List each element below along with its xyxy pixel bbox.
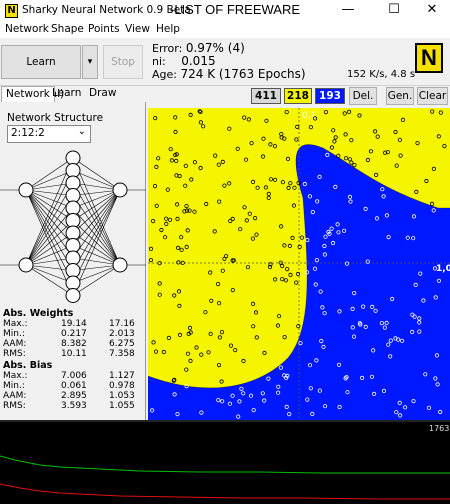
weights-aam-label: AAM: — [3, 339, 27, 349]
hidden-neuron — [65, 238, 81, 253]
network-structure-label: Network Structure — [7, 112, 104, 124]
weights-rms-b: 7.358 — [109, 349, 135, 359]
age-label: Age: — [152, 68, 177, 81]
weights-max-b: 17.16 — [109, 319, 135, 329]
bias-rms-b: 1.055 — [109, 401, 135, 411]
learn-button[interactable]: Learn (Normal) — [1, 45, 81, 100]
bias-rms-label: RMS: — [3, 401, 26, 411]
bias-aam-a: 2.895 — [61, 391, 87, 401]
bias-rms-a: 3.593 — [61, 401, 87, 411]
hidden-neuron — [65, 263, 81, 278]
weights-aam-b: 6.275 — [109, 339, 135, 349]
minimize-button[interactable]: — — [326, 0, 370, 22]
menu-points[interactable]: Points — [88, 23, 120, 35]
stats-table: Abs. Weights Max.: 19.14 17.16 Min.: 0.217 2… — [3, 308, 143, 412]
bias-min-a: 0.061 — [61, 381, 87, 391]
input-neuron — [18, 182, 34, 198]
hidden-neuron — [65, 150, 81, 166]
toolbar: Learn (Normal) ▾ Stop Error: 0.97% (4) n… — [0, 38, 450, 100]
speed-readout: 152 K/s, 4.8 s — [347, 69, 416, 80]
network-structure-select[interactable]: 2:12:2 ⌄ — [7, 125, 91, 143]
tab-network[interactable]: Network — [1, 86, 55, 102]
weights-rms-a: 10.11 — [61, 349, 87, 359]
bias-max-b: 1.127 — [109, 371, 135, 381]
stop-button[interactable]: Stop — [103, 45, 143, 79]
watermark-text: -LIST OF FREEWARE — [170, 2, 301, 17]
bias-min-b: 0.978 — [109, 381, 135, 391]
hidden-neuron — [65, 163, 81, 178]
age-value: 724 K (1763 Epochs) — [180, 67, 306, 81]
weights-max-a: 19.14 — [61, 319, 87, 329]
weights-max-label: Max.: — [3, 319, 28, 329]
bias-max-label: Max.: — [3, 371, 28, 381]
menu-network[interactable]: Network — [5, 23, 49, 35]
menu-help[interactable]: Help — [156, 23, 180, 35]
hidden-neuron — [65, 213, 81, 228]
hidden-neuron — [65, 275, 81, 291]
weights-min-label: Min.: — [3, 329, 25, 339]
hidden-neuron — [65, 188, 81, 203]
output-neuron — [112, 257, 128, 273]
sharky-logo-icon: N — [415, 43, 443, 73]
epochs-label: 1763 — [429, 424, 449, 433]
yellow-count-badge[interactable]: 218 — [284, 88, 312, 104]
bias-aam-b: 1.053 — [109, 391, 135, 401]
blue-count-badge[interactable]: 193 — [315, 88, 345, 104]
network-panel: Network Structure 2:12:2 ⌄ Abs. Weights … — [0, 102, 146, 420]
window-title: Sharky Neural Network 0.9 Beta — [22, 4, 191, 16]
axis-right-label: 1,0 — [436, 264, 450, 274]
hidden-neuron — [65, 225, 81, 241]
network-structure-value: 2:12:2 — [11, 127, 45, 139]
classification-plot[interactable]: 0,1 1,0 — [148, 108, 450, 420]
ni-value: 0.015 — [181, 54, 216, 68]
input-neuron — [18, 257, 34, 273]
learn-mode-dropdown[interactable]: ▾ — [82, 45, 98, 79]
bias-aam-label: AAM: — [3, 391, 27, 401]
output-neuron — [112, 182, 128, 198]
weights-min-a: 0.217 — [61, 329, 87, 339]
points-toolbar: 411 218 193 Del. Gen. Clear — [148, 86, 450, 108]
error-graph: 1763 — [0, 420, 450, 504]
menu-shape[interactable]: Shape — [51, 23, 84, 35]
menu-bar: Network Shape Points View Help — [0, 22, 450, 38]
menu-view[interactable]: View — [125, 23, 150, 35]
hidden-neuron — [65, 288, 81, 303]
bias-max-a: 7.006 — [61, 371, 87, 381]
weights-rms-label: RMS: — [3, 349, 26, 359]
chevron-down-icon: ⌄ — [77, 126, 86, 137]
title-bar: N Sharky Neural Network 0.9 Beta -LIST O… — [0, 0, 450, 22]
app-logo-icon: N — [5, 4, 18, 18]
close-button[interactable]: ✕ — [410, 0, 450, 22]
abs-weights-heading: Abs. Weights — [3, 308, 74, 319]
training-stats: Error: 0.97% (4) ni: 0.015 Age: 724 K (1… — [152, 41, 306, 82]
weights-min-b: 2.013 — [109, 329, 135, 339]
hidden-neuron — [65, 250, 81, 266]
hidden-neuron — [65, 200, 81, 216]
error-label: Error: — [152, 42, 183, 55]
ni-label: ni: — [152, 55, 166, 68]
weights-aam-a: 8.382 — [61, 339, 87, 349]
abs-bias-heading: Abs. Bias — [3, 360, 53, 371]
tab-draw[interactable]: Draw — [85, 86, 120, 102]
network-diagram — [0, 150, 146, 303]
clear-button[interactable]: Clear — [417, 87, 448, 105]
error-value: 0.97% (4) — [185, 41, 245, 55]
total-count-badge: 411 — [251, 88, 281, 104]
bias-min-label: Min.: — [3, 381, 25, 391]
delete-button[interactable]: Del. — [349, 87, 377, 105]
hidden-neuron — [65, 175, 81, 191]
generate-button[interactable]: Gen. — [386, 87, 414, 105]
tab-learn[interactable]: Learn — [48, 86, 85, 102]
